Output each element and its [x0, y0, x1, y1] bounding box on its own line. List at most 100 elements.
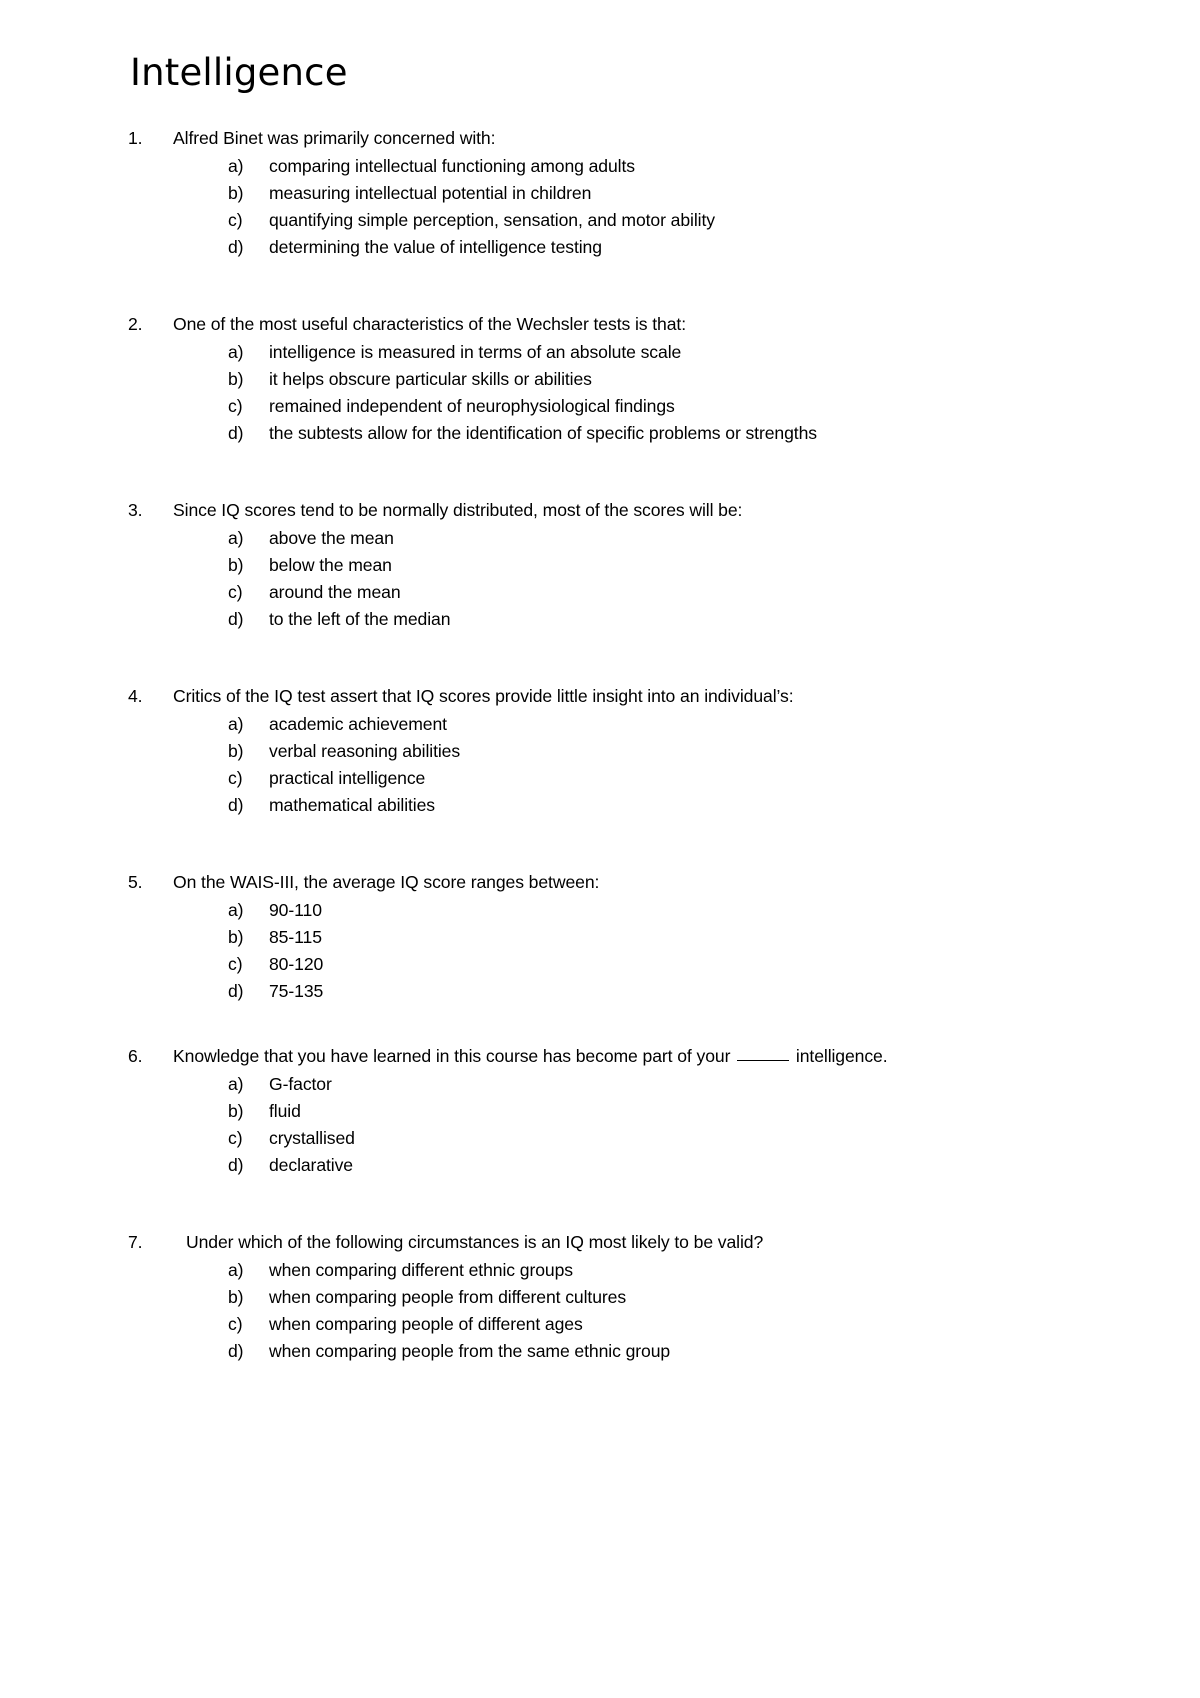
option-list: a) when comparing different ethnic group…: [128, 1257, 1104, 1365]
option-item[interactable]: a) above the mean: [128, 525, 1104, 552]
option-text: above the mean: [269, 527, 394, 548]
question-block-7: 7. Under which of the following circumst…: [128, 1229, 1104, 1365]
option-item[interactable]: b) measuring intellectual potential in c…: [128, 180, 1104, 207]
option-text: around the mean: [269, 581, 401, 602]
option-item[interactable]: d) the subtests allow for the identifica…: [128, 420, 1104, 447]
option-marker: d): [228, 794, 244, 815]
option-item[interactable]: a) G-factor: [128, 1071, 1104, 1098]
option-marker: d): [228, 422, 244, 443]
option-item[interactable]: b) fluid: [128, 1098, 1104, 1125]
option-marker: b): [228, 1286, 244, 1307]
question-number: 7.: [128, 1231, 143, 1252]
option-text: when comparing people from different cul…: [269, 1286, 627, 1307]
document-page: Intelligence 1. Alfred Binet was primari…: [0, 0, 1200, 1698]
option-marker: d): [228, 236, 244, 257]
option-marker: a): [228, 527, 244, 548]
option-text: fluid: [269, 1100, 301, 1121]
option-item[interactable]: b) it helps obscure particular skills or…: [128, 366, 1104, 393]
option-item[interactable]: a) academic achievement: [128, 711, 1104, 738]
option-marker: b): [228, 740, 244, 761]
option-item[interactable]: d) 75-135: [128, 978, 1104, 1005]
question-number: 3.: [128, 499, 143, 520]
option-list: a) academic achievement b) verbal reason…: [128, 711, 1104, 819]
option-item[interactable]: c) around the mean: [128, 579, 1104, 606]
option-marker: b): [228, 368, 244, 389]
question-line: 1. Alfred Binet was primarily concerned …: [128, 125, 1104, 151]
option-text: intelligence is measured in terms of an …: [269, 341, 682, 362]
option-text: when comparing different ethnic groups: [269, 1260, 573, 1281]
option-item[interactable]: d) when comparing people from the same e…: [128, 1338, 1104, 1365]
option-text: practical intelligence: [269, 767, 426, 788]
option-text: comparing intellectual functioning among…: [269, 155, 635, 176]
option-item[interactable]: d) determining the value of intelligence…: [128, 234, 1104, 261]
option-text: to the left of the median: [269, 608, 451, 629]
option-item[interactable]: c) crystallised: [128, 1125, 1104, 1152]
option-item[interactable]: a) intelligence is measured in terms of …: [128, 339, 1104, 366]
option-text: the subtests allow for the identificatio…: [269, 422, 817, 443]
option-list: a) intelligence is measured in terms of …: [128, 339, 1104, 447]
option-item[interactable]: d) mathematical abilities: [128, 792, 1104, 819]
question-block-6: 6. Knowledge that you have learned in th…: [128, 1043, 1104, 1179]
option-text: 75-135: [269, 980, 324, 1001]
option-text: academic achievement: [269, 713, 447, 734]
option-marker: b): [228, 182, 244, 203]
question-block-1: 1. Alfred Binet was primarily concerned …: [128, 125, 1104, 261]
option-text: G-factor: [269, 1074, 332, 1095]
option-text: remained independent of neurophysiologic…: [269, 395, 675, 416]
option-text: it helps obscure particular skills or ab…: [269, 368, 592, 389]
option-marker: c): [228, 953, 243, 974]
option-item[interactable]: d) to the left of the median: [128, 606, 1104, 633]
option-text: declarative: [269, 1154, 353, 1175]
question-text-after-blank: intelligence.: [791, 1045, 888, 1066]
option-marker: a): [228, 1260, 244, 1281]
option-item[interactable]: a) 90-110: [128, 897, 1104, 924]
question-number: 2.: [128, 313, 143, 334]
question-block-3: 3. Since IQ scores tend to be normally d…: [128, 497, 1104, 633]
option-text: crystallised: [269, 1127, 355, 1148]
question-number: 5.: [128, 871, 143, 892]
option-text: quantifying simple perception, sensation…: [269, 209, 715, 230]
option-text: 85-115: [269, 926, 322, 947]
option-list: a) 90-110 b) 85-115 c) 80-120 d) 75-135: [128, 897, 1104, 1005]
option-list: a) G-factor b) fluid c) crystallised d) …: [128, 1071, 1104, 1179]
question-text: Under which of the following circumstanc…: [186, 1231, 764, 1252]
option-item[interactable]: c) remained independent of neurophysiolo…: [128, 393, 1104, 420]
question-line: 7. Under which of the following circumst…: [128, 1229, 1104, 1255]
option-item[interactable]: a) comparing intellectual functioning am…: [128, 153, 1104, 180]
option-marker: d): [228, 1154, 244, 1175]
question-text: Knowledge that you have learned in this …: [173, 1043, 1104, 1069]
option-text: mathematical abilities: [269, 794, 435, 815]
option-item[interactable]: b) 85-115: [128, 924, 1104, 951]
page-title: Intelligence: [130, 51, 348, 94]
option-marker: d): [228, 980, 244, 1001]
option-text: determining the value of intelligence te…: [269, 236, 602, 257]
option-item[interactable]: b) verbal reasoning abilities: [128, 738, 1104, 765]
option-marker: a): [228, 713, 244, 734]
option-item[interactable]: a) when comparing different ethnic group…: [128, 1257, 1104, 1284]
question-text-before-blank: Knowledge that you have learned in this …: [173, 1045, 736, 1066]
option-text: when comparing people of different ages: [269, 1313, 583, 1334]
option-item[interactable]: b) when comparing people from different …: [128, 1284, 1104, 1311]
option-item[interactable]: c) quantifying simple perception, sensat…: [128, 207, 1104, 234]
option-item[interactable]: c) 80-120: [128, 951, 1104, 978]
option-marker: c): [228, 395, 243, 416]
option-marker: c): [228, 581, 243, 602]
option-item[interactable]: c) when comparing people of different ag…: [128, 1311, 1104, 1338]
option-text: measuring intellectual potential in chil…: [269, 182, 592, 203]
option-marker: a): [228, 1074, 244, 1095]
option-item[interactable]: c) practical intelligence: [128, 765, 1104, 792]
question-line: 3. Since IQ scores tend to be normally d…: [128, 497, 1104, 523]
question-text: Critics of the IQ test assert that IQ sc…: [173, 685, 794, 706]
option-text: verbal reasoning abilities: [269, 740, 461, 761]
option-marker: a): [228, 900, 244, 920]
option-item[interactable]: b) below the mean: [128, 552, 1104, 579]
option-marker: b): [228, 554, 244, 575]
option-item[interactable]: d) declarative: [128, 1152, 1104, 1179]
option-text: 90-110: [269, 900, 322, 920]
question-text: One of the most useful characteristics o…: [173, 313, 686, 334]
